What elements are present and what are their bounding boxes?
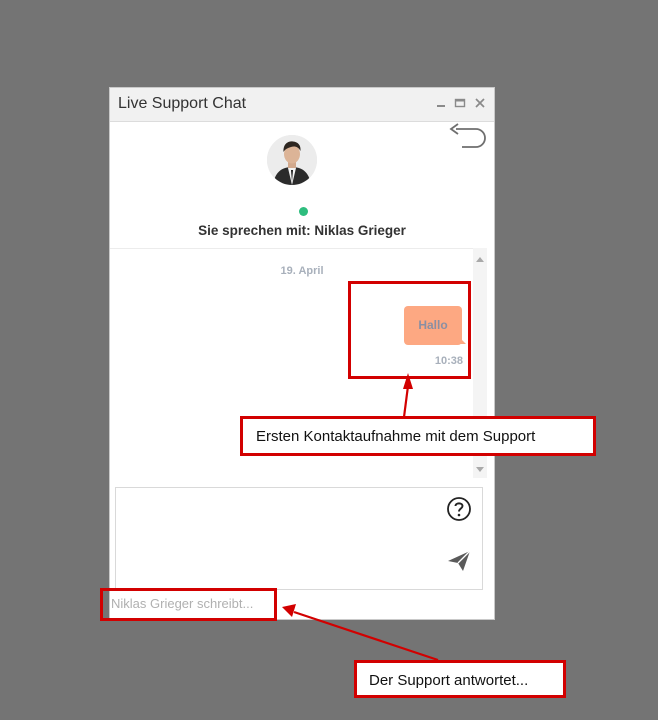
window-title: Live Support Chat [118,95,247,112]
close-icon[interactable] [473,96,487,110]
agent-avatar [267,135,317,185]
help-icon[interactable] [446,496,472,522]
send-icon[interactable] [446,548,472,574]
scroll-up-arrow-icon[interactable] [476,257,484,262]
date-separator: 19. April [280,265,324,277]
highlight-first-message [348,281,471,379]
message-input[interactable] [115,487,483,590]
callout-support-reply: Der Support antwortet... [354,660,566,698]
back-arrow-icon[interactable] [448,123,488,149]
title-bar[interactable]: Live Support Chat [110,88,494,122]
highlight-typing-indicator [100,588,277,621]
callout-first-contact: Ersten Kontaktaufnahme mit dem Support [240,416,596,456]
online-status-indicator [299,207,308,216]
minimize-icon[interactable] [434,96,448,110]
maximize-icon[interactable] [453,96,467,110]
avatar-photo [267,135,317,185]
agent-name-line: Sie sprechen mit: Niklas Grieger [198,223,406,238]
scroll-down-arrow-icon[interactable] [476,467,484,472]
